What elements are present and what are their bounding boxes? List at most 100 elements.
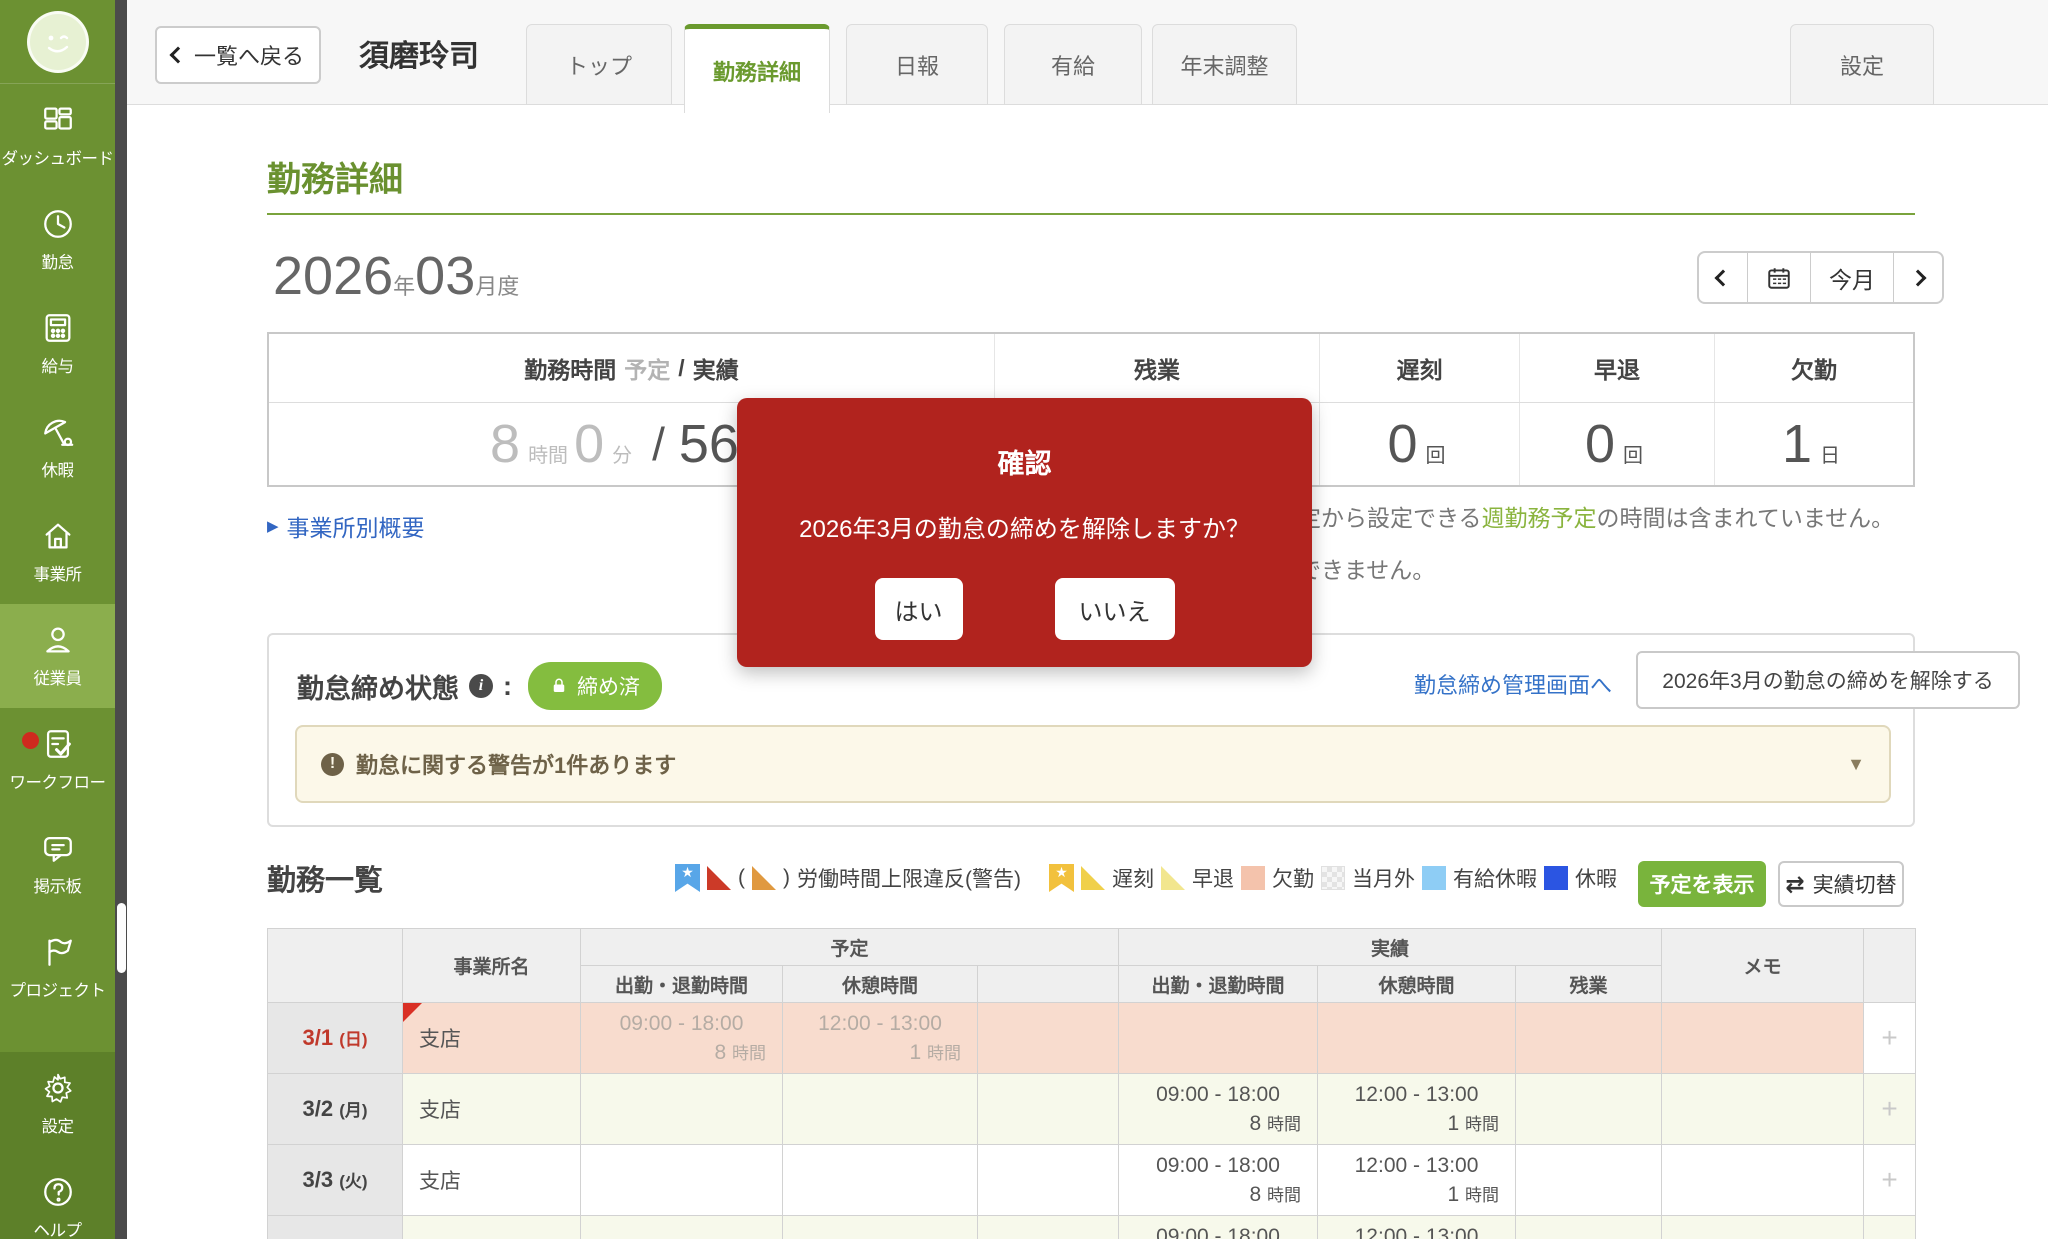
tab-label: 勤務詳細 <box>713 55 801 87</box>
tab-daily-report[interactable]: 日報 <box>846 24 988 105</box>
table-row: 3/1 (日) 支店 09:00 - 18:00 8 時間 12:00 - 13… <box>268 1003 1916 1074</box>
actual-time-text: 09:00 - 18:00 <box>1135 1225 1301 1239</box>
sidebar-item-office[interactable]: 事業所 <box>0 500 115 604</box>
sidebar-item-payroll[interactable]: 給与 <box>0 292 115 396</box>
summary-late-value: 0 回 <box>1320 403 1520 485</box>
closing-status-label-row: 勤怠締め状態 i : 締め済 <box>297 662 662 710</box>
back-to-list-button[interactable]: 一覧へ戻る <box>155 26 321 84</box>
closing-admin-link[interactable]: 勤怠締め管理画面へ <box>1414 668 1612 700</box>
date-text: 3/3 <box>302 1167 333 1192</box>
sidebar-item-help[interactable]: ヘルプ <box>0 1156 115 1239</box>
back-button-label: 一覧へ戻る <box>194 39 304 71</box>
plan-note-line1: 定から設定できる週勤務予定の時間は含まれていません。 <box>1298 499 1894 533</box>
sidebar-item-dashboard[interactable]: ダッシュボード <box>0 84 115 188</box>
switch-actual-button[interactable]: ⇄ 実績切替 <box>1778 861 1904 907</box>
tab-label: 年末調整 <box>1180 49 1268 81</box>
paren-close: ) <box>783 866 790 890</box>
unlock-closing-button[interactable]: 2026年3月の勤怠の締めを解除する <box>1636 651 2020 709</box>
app-window: ダッシュボード 勤怠 給与 休暇 事業所 従業員 ワークフロー <box>0 0 2048 1239</box>
tab-work-detail[interactable]: 勤務詳細 <box>684 24 830 113</box>
period-month: 03 <box>415 246 475 306</box>
actual-hours: 56 <box>679 413 739 475</box>
topbar: 一覧へ戻る 須磨玲司 トップ 勤務詳細 日報 有給 年末調整 設定 <box>127 0 2048 105</box>
checkered-square-icon <box>1321 866 1345 890</box>
legend-out-of-month-label: 当月外 <box>1352 863 1415 893</box>
slash-label: / <box>678 355 684 382</box>
plan-time-cell <box>581 1074 783 1145</box>
show-plan-button[interactable]: 予定を表示 <box>1638 861 1766 907</box>
warning-icon: ! <box>321 753 344 776</box>
plan-blank-cell <box>978 1003 1119 1074</box>
sidebar-settings-section: 設定 ヘルプ <box>0 1052 115 1239</box>
dialog-title: 確認 <box>737 442 1312 481</box>
sidebar-item-workflow[interactable]: ワークフロー <box>0 708 115 812</box>
sidebar-item-leave[interactable]: 休暇 <box>0 396 115 500</box>
date-cell[interactable]: 3/4 (水) <box>268 1216 403 1239</box>
office-column-header: 事業所名 <box>403 929 581 1003</box>
caret-down-icon[interactable]: ▼ <box>1847 754 1865 775</box>
add-record-button[interactable]: + <box>1864 1003 1916 1074</box>
date-cell[interactable]: 3/2 (月) <box>268 1074 403 1145</box>
office-summary-link[interactable]: ▶ 事業所別概要 <box>267 509 425 543</box>
calendar-picker-button[interactable] <box>1748 253 1811 302</box>
date-cell[interactable]: 3/3 (火) <box>268 1145 403 1216</box>
legend-early-label: 早退 <box>1192 863 1234 893</box>
current-month-button[interactable]: 今月 <box>1811 253 1894 302</box>
clock-icon <box>41 207 75 241</box>
actual-time-cell: 09:00 - 18:00 8 時間 <box>1119 1216 1318 1239</box>
no-button[interactable]: いいえ <box>1055 578 1175 640</box>
orange-triangle-icon <box>752 866 776 890</box>
flag-icon <box>41 935 75 969</box>
plan-time-cell <box>581 1145 783 1216</box>
weekly-plan-link[interactable]: 週勤務予定 <box>1482 505 1597 531</box>
sidebar-scrollbar-thumb[interactable] <box>117 903 126 973</box>
plan-break-header: 休憩時間 <box>783 966 978 1003</box>
sidebar-item-settings[interactable]: 設定 <box>0 1052 115 1156</box>
plan-time-text: 09:00 - 18:00 <box>597 1012 766 1036</box>
prev-month-button[interactable] <box>1699 253 1748 302</box>
table-row: 3/4 (水) 支店 09:00 - 18:00 8 時間 12:00 - 13… <box>268 1216 1916 1239</box>
avatar[interactable] <box>27 11 89 73</box>
sidebar-item-project[interactable]: プロジェクト <box>0 916 115 1020</box>
plan-group-header: 予定 <box>581 929 1119 966</box>
next-month-button[interactable] <box>1894 253 1942 302</box>
date-cell[interactable]: 3/1 (日) <box>268 1003 403 1074</box>
actual-duration: 8 <box>1249 1112 1261 1135</box>
info-icon[interactable]: i <box>469 674 493 698</box>
sidebar-item-employees[interactable]: 従業員 <box>0 604 115 708</box>
tab-paid-leave[interactable]: 有給 <box>1004 24 1142 105</box>
sidebar-item-label: 給与 <box>42 353 74 377</box>
tab-year-end[interactable]: 年末調整 <box>1152 24 1297 105</box>
tab-settings[interactable]: 設定 <box>1790 24 1934 105</box>
sidebar-item-label: プロジェクト <box>10 977 106 1001</box>
sidebar-item-attendance[interactable]: 勤怠 <box>0 188 115 292</box>
summary-absence-value: 1 日 <box>1715 403 1913 485</box>
actual-group-header: 実績 <box>1119 929 1662 966</box>
plan-time-header: 出勤・退勤時間 <box>581 966 783 1003</box>
actual-break-unit: 時間 <box>1465 1115 1499 1134</box>
tab-top[interactable]: トップ <box>526 24 672 105</box>
worklist-title: 勤務一覧 <box>267 857 383 899</box>
sidebar-item-label: ヘルプ <box>34 1217 82 1239</box>
attendance-warning-bar[interactable]: ! 勤怠に関する警告が1件あります ▼ <box>295 725 1891 803</box>
office-text: 支店 <box>419 1099 461 1122</box>
sidebar-item-board[interactable]: 掲示板 <box>0 812 115 916</box>
plan-break-unit: 時間 <box>927 1044 961 1063</box>
date-text: 3/1 <box>302 1025 333 1050</box>
blue-square-icon <box>1544 866 1568 890</box>
add-record-button[interactable]: + <box>1864 1145 1916 1216</box>
office-cell: 支店 <box>403 1145 581 1216</box>
summary-header-late: 遅刻 <box>1320 334 1520 402</box>
memo-cell <box>1662 1003 1864 1074</box>
avatar-area[interactable] <box>0 0 115 84</box>
plan-time-cell <box>581 1216 783 1239</box>
add-record-button[interactable]: + <box>1864 1216 1916 1239</box>
home-icon <box>41 519 75 553</box>
add-column-header <box>1864 929 1916 1003</box>
add-record-button[interactable]: + <box>1864 1074 1916 1145</box>
worklist-legend: ★ ( ) 労働時間上限違反(警告) ★ 遅刻 早退 欠勤 当月外 有給休暇 休… <box>667 863 1617 893</box>
chevron-left-icon <box>169 47 186 64</box>
sidebar-item-label: 掲示板 <box>34 873 82 897</box>
sidebar-scrollbar-track[interactable] <box>115 0 127 1239</box>
yes-button[interactable]: はい <box>875 578 963 640</box>
